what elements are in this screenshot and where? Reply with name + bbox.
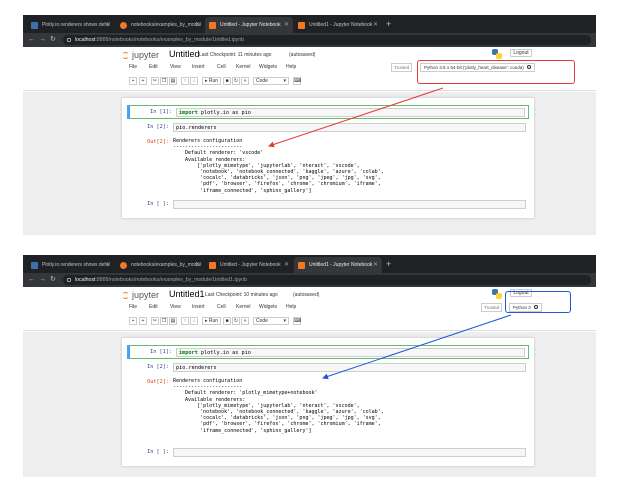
red-arrow [268, 87, 444, 148]
screenshot-untitled: Plotly.io.renderers shows defa ✕ noteboo… [23, 15, 596, 235]
screenshot-untitled1: Plotly.io.renderers shows defa ✕ noteboo… [23, 255, 596, 477]
annotation-arrow [268, 87, 444, 148]
annotation-arrow [322, 314, 512, 380]
blue-arrow [322, 314, 512, 380]
